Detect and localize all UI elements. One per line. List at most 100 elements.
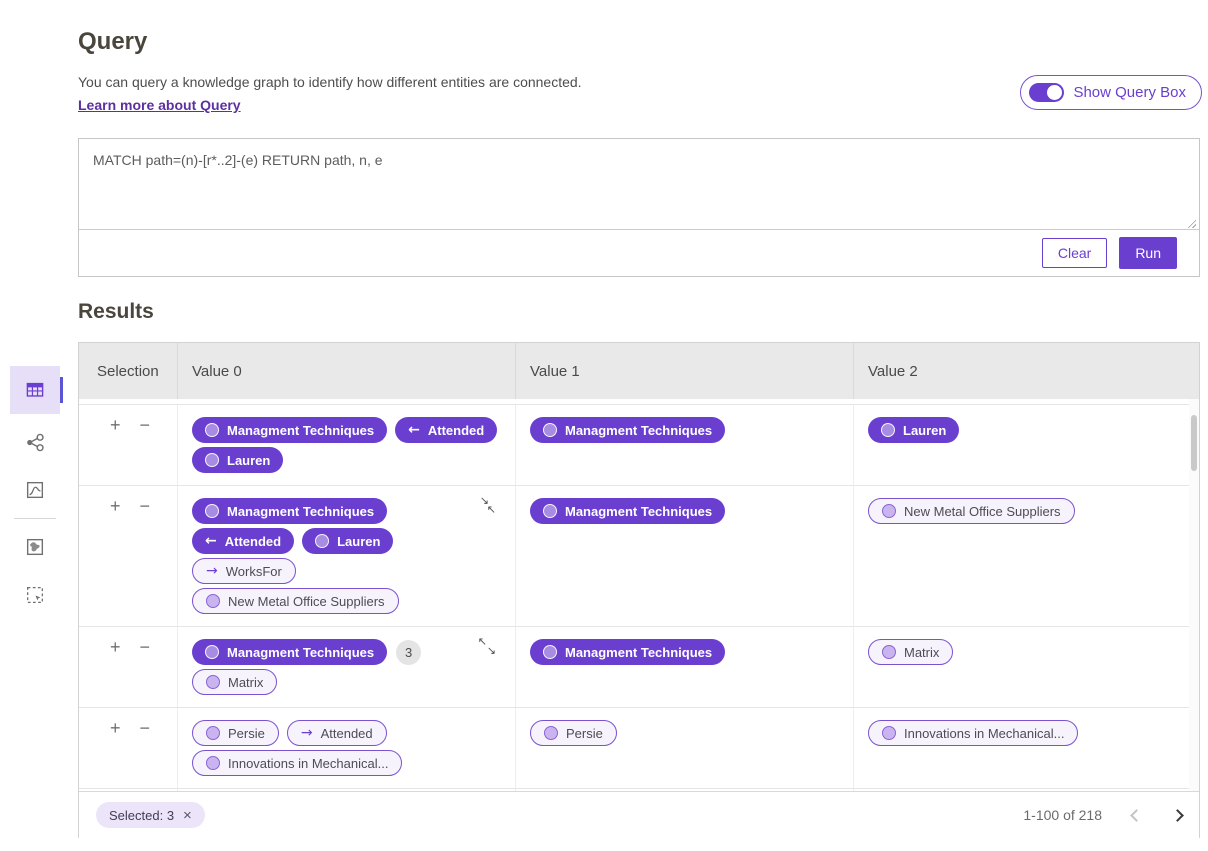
remove-selection-button[interactable]: − — [140, 418, 151, 432]
node-icon — [544, 726, 558, 740]
node-icon — [882, 504, 896, 518]
pill-label: Lauren — [227, 453, 270, 468]
remove-selection-button[interactable]: − — [140, 499, 151, 513]
show-query-box-toggle[interactable]: Show Query Box — [1020, 75, 1202, 110]
collapse-cell-icon[interactable]: ↘↖ — [480, 496, 496, 514]
query-input[interactable]: MATCH path=(n)-[r*..2]-(e) RETURN path, … — [79, 139, 1199, 230]
value-cell-0: Managment Techniques 3 Matrix ↖↘ — [177, 627, 515, 707]
map-view-button[interactable] — [10, 527, 60, 567]
pill-label: Managment Techniques — [565, 504, 712, 519]
rail-divider — [14, 518, 56, 519]
pill-label: Managment Techniques — [565, 423, 712, 438]
entity-pill[interactable]: Matrix — [192, 669, 277, 695]
map-icon — [24, 536, 46, 558]
pill-line: New Metal Office Suppliers — [868, 498, 1075, 524]
select-area-icon — [24, 584, 46, 606]
table-footer: Selected: 3 × 1-100 of 218 — [79, 791, 1199, 838]
node-icon — [206, 675, 220, 689]
selected-count-badge: Selected: 3 × — [96, 802, 205, 828]
entity-pill[interactable]: New Metal Office Suppliers — [192, 588, 399, 614]
pill-label: Innovations in Mechanical... — [228, 756, 388, 771]
table-view-button[interactable] — [10, 366, 60, 414]
next-page-button[interactable] — [1171, 809, 1184, 822]
clear-selection-icon[interactable]: × — [183, 808, 192, 823]
node-icon — [205, 645, 219, 659]
entity-pill[interactable]: Managment Techniques — [192, 639, 387, 665]
pill-label: Lauren — [903, 423, 946, 438]
pill-label: WorksFor — [226, 564, 282, 579]
pill-line: Persie — [530, 720, 617, 746]
node-icon — [205, 504, 219, 518]
expand-cell-icon[interactable]: ↖↘ — [478, 637, 496, 655]
pill-label: Attended — [428, 423, 484, 438]
learn-more-link[interactable]: Learn more about Query — [78, 97, 241, 113]
value-cell-0: Managment Techniques ← Attended Lauren — [177, 405, 515, 485]
pill-label: Managment Techniques — [227, 423, 374, 438]
relationship-pill[interactable]: ←Attended — [192, 528, 294, 554]
value-cell-2 — [853, 789, 1199, 791]
selection-cell — [79, 789, 177, 791]
arrow-left-icon: ← — [408, 423, 420, 437]
entity-pill[interactable]: Innovations in Mechanical... — [192, 750, 402, 776]
entity-pill[interactable]: New Metal Office Suppliers — [868, 498, 1075, 524]
pill-line: Lauren — [192, 447, 283, 473]
results-table: Selection Value 0 Value 1 Value 2 +−Mana… — [78, 342, 1200, 838]
remove-selection-button[interactable]: − — [140, 721, 151, 735]
relationship-pill[interactable]: →Attended — [287, 720, 387, 746]
count-badge[interactable]: 3 — [396, 640, 421, 665]
chart-view-button[interactable] — [10, 470, 60, 510]
table-row — [79, 789, 1199, 791]
pill-line: Persie →Attended — [192, 720, 387, 746]
results-title: Results — [78, 300, 154, 324]
table-body: +−Managment Techniques←AttendedLaurenMan… — [79, 399, 1199, 791]
selection-cell: +− — [79, 708, 177, 788]
previous-page-button[interactable] — [1130, 809, 1143, 822]
value-cell-1: Managment Techniques — [515, 627, 853, 707]
table-scrollbar[interactable] — [1189, 399, 1199, 791]
pill-line: New Metal Office Suppliers — [192, 588, 399, 614]
link-chart-view-button[interactable] — [10, 422, 60, 462]
node-icon — [882, 645, 896, 659]
entity-pill[interactable]: Lauren — [868, 417, 959, 443]
node-icon — [881, 423, 895, 437]
pill-label: Innovations in Mechanical... — [904, 726, 1064, 741]
remove-selection-button[interactable]: − — [140, 640, 151, 654]
entity-pill[interactable]: Persie — [192, 720, 279, 746]
node-icon — [882, 726, 896, 740]
entity-pill[interactable]: Lauren — [192, 447, 283, 473]
add-selection-button[interactable]: + — [110, 499, 121, 513]
entity-pill[interactable]: Managment Techniques — [192, 417, 387, 443]
entity-pill[interactable]: Persie — [530, 720, 617, 746]
value-cell-0: Managment Techniques ←Attended Lauren →Work… — [177, 486, 515, 626]
pill-label: New Metal Office Suppliers — [904, 504, 1061, 519]
pill-label: Lauren — [337, 534, 380, 549]
clear-button[interactable]: Clear — [1042, 238, 1107, 268]
scrollbar-thumb[interactable] — [1191, 415, 1197, 471]
toggle-label: Show Query Box — [1073, 84, 1186, 101]
entity-pill[interactable]: Matrix — [868, 639, 953, 665]
entity-pill[interactable]: Managment Techniques — [530, 417, 725, 443]
pill-line: ←Attended Lauren — [192, 528, 393, 554]
relationship-pill[interactable]: ← Attended — [395, 417, 497, 443]
pill-label: Attended — [225, 534, 281, 549]
select-area-view-button[interactable] — [10, 575, 60, 615]
run-button[interactable]: Run — [1119, 237, 1177, 269]
add-selection-button[interactable]: + — [110, 640, 121, 654]
relationship-pill[interactable]: →WorksFor — [192, 558, 296, 584]
pill-line: Matrix — [868, 639, 953, 665]
entity-pill[interactable]: Lauren — [302, 528, 393, 554]
pill-line: →WorksFor — [192, 558, 296, 584]
table-row: +−Managment Techniques3Matrix↖↘Managment… — [79, 627, 1199, 708]
entity-pill[interactable]: Managment Techniques — [192, 498, 387, 524]
add-selection-button[interactable]: + — [110, 721, 121, 735]
entity-pill[interactable]: Innovations in Mechanical... — [868, 720, 1078, 746]
add-selection-button[interactable]: + — [110, 418, 121, 432]
query-actions: Clear Run — [79, 230, 1199, 276]
entity-pill[interactable]: Managment Techniques — [530, 639, 725, 665]
node-icon — [205, 423, 219, 437]
entity-pill[interactable]: Managment Techniques — [530, 498, 725, 524]
node-icon — [206, 594, 220, 608]
pill-line: Innovations in Mechanical... — [868, 720, 1078, 746]
value-cell-1: Managment Techniques — [515, 486, 853, 626]
toggle-switch-icon[interactable] — [1029, 83, 1064, 102]
